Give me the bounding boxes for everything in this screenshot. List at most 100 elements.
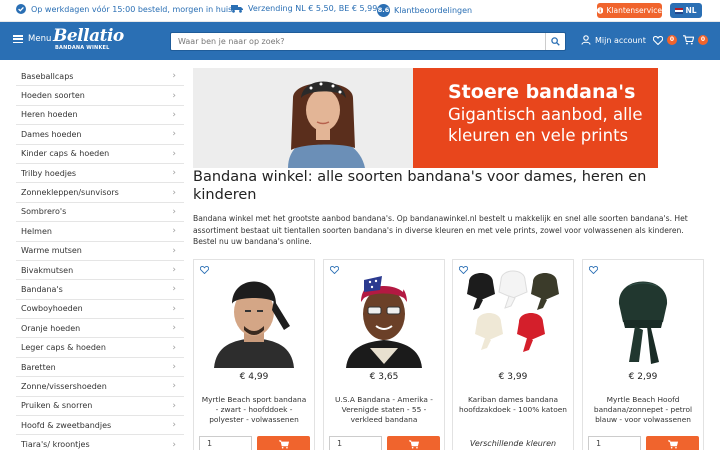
heart-icon — [653, 35, 663, 45]
sidebar-item[interactable]: Dames hoeden › — [16, 125, 184, 145]
nl-flag-icon — [675, 7, 684, 14]
sidebar-item-label: Helmen — [21, 226, 52, 236]
info-icon — [597, 7, 604, 14]
language-selector[interactable]: NL — [670, 3, 702, 18]
search-button[interactable] — [545, 33, 565, 50]
sidebar-item-label: Bivakmutsen — [21, 265, 74, 275]
sidebar-item[interactable]: Kinder caps & hoeden › — [16, 145, 184, 164]
product-price: € 3,99 — [498, 372, 528, 382]
chevron-right-icon: › — [172, 303, 176, 314]
product-image[interactable] — [463, 264, 563, 368]
sidebar-item-label: Zonne/vissershoeden — [21, 381, 107, 391]
language-label: NL — [685, 6, 697, 15]
sidebar-item[interactable]: Bandana's › — [16, 280, 184, 300]
sidebar-item[interactable]: Oranje hoeden › — [16, 319, 184, 339]
chevron-right-icon: › — [172, 284, 176, 295]
product-price: € 2,99 — [628, 372, 658, 382]
sidebar-item-label: Warme mutsen — [21, 246, 82, 256]
product-image[interactable] — [334, 264, 434, 368]
sidebar-item-label: Oranje hoeden — [21, 323, 81, 333]
sidebar-item[interactable]: Baseballcaps › — [16, 67, 184, 87]
sidebar-item[interactable]: Trilby hoedjes › — [16, 164, 184, 184]
product-name[interactable]: Kariban dames bandana hoofdzakdoek - 100… — [459, 395, 567, 415]
menu-button[interactable]: Menu — [13, 34, 51, 44]
sidebar-item[interactable]: Zonnekleppen/sunvisors › — [16, 183, 184, 203]
product-image[interactable] — [593, 264, 693, 368]
wishlist-button[interactable]: 0 — [653, 35, 677, 45]
check-circle-icon — [16, 4, 26, 14]
search-bar — [170, 32, 566, 51]
quantity-input[interactable]: 1 — [588, 436, 641, 450]
chevron-right-icon: › — [172, 187, 176, 198]
sidebar-item[interactable]: Baretten › — [16, 358, 184, 378]
banner-text: Stoere bandana's Gigantisch aanbod, alle… — [448, 82, 642, 146]
usp-shipping: Verzending NL € 5,50, BE € 5,99 — [231, 4, 377, 13]
quantity-input[interactable]: 1 — [329, 436, 382, 450]
cart-button[interactable]: 0 — [683, 35, 708, 45]
sidebar-item[interactable]: Tiara's/ kroontjes › — [16, 435, 184, 450]
product-card[interactable]: € 3,65 U.S.A Bandana - Amerika - Verenig… — [323, 259, 445, 450]
chevron-right-icon: › — [172, 323, 176, 334]
chevron-right-icon: › — [172, 381, 176, 392]
quantity-input[interactable]: 1 — [199, 436, 252, 450]
banner-headline: Stoere bandana's — [448, 81, 636, 103]
add-to-cart-button[interactable] — [257, 436, 310, 450]
sidebar-item-label: Cowboyhoeden — [21, 304, 83, 314]
sidebar-item[interactable]: Zonne/vissershoeden › — [16, 377, 184, 397]
usp-bar: Op werkdagen vóór 15:00 besteld, morgen … — [0, 0, 720, 22]
chevron-right-icon: › — [172, 400, 176, 411]
truck-icon — [231, 5, 243, 13]
banner-line-3: kleuren en vele prints — [448, 126, 629, 145]
sidebar-item-label: Dames hoeden — [21, 129, 82, 139]
chevron-right-icon: › — [172, 71, 176, 82]
chevron-right-icon: › — [172, 439, 176, 450]
search-input[interactable] — [171, 33, 545, 50]
usp-reviews[interactable]: 8.6 Klantbeoordelingen — [377, 4, 472, 17]
category-sidebar: Baseballcaps › Hoeden soorten › Heren hoeden… — [16, 67, 184, 450]
chevron-right-icon: › — [172, 90, 176, 101]
account-link[interactable]: Mijn account — [581, 35, 646, 45]
cart-icon — [683, 35, 694, 45]
usp-delivery-text: Op werkdagen vóór 15:00 besteld, morgen … — [31, 4, 237, 14]
product-card[interactable]: € 2,99 Myrtle Beach Hoofd bandana/zonnep… — [582, 259, 704, 450]
product-card[interactable]: € 4,99 Myrtle Beach sport bandana - zwar… — [193, 259, 315, 450]
customer-service-label: Klantenservice — [606, 6, 662, 15]
page-title: Bandana winkel: alle soorten bandana's v… — [193, 169, 647, 203]
product-name[interactable]: Myrtle Beach Hoofd bandana/zonnepet - pe… — [589, 395, 697, 424]
sidebar-item[interactable]: Helmen › — [16, 222, 184, 242]
banner-line-2: Gigantisch aanbod, alle — [448, 105, 643, 124]
variants-label[interactable]: Verschillende kleuren — [453, 439, 573, 448]
customer-service-button[interactable]: Klantenservice — [597, 3, 662, 18]
sidebar-item[interactable]: Pruiken & snorren › — [16, 397, 184, 417]
sidebar-item-label: Baseballcaps — [21, 71, 74, 81]
search-icon — [551, 37, 560, 46]
sidebar-item[interactable]: Leger caps & hoeden › — [16, 338, 184, 358]
user-icon — [581, 35, 591, 45]
sidebar-item[interactable]: Bivakmutsen › — [16, 261, 184, 281]
sidebar-item-label: Baretten — [21, 362, 56, 372]
sidebar-item[interactable]: Heren hoeden › — [16, 106, 184, 126]
sidebar-item[interactable]: Sombrero's › — [16, 203, 184, 223]
product-price: € 4,99 — [239, 372, 269, 382]
product-image[interactable] — [204, 264, 304, 368]
main-header: Menu Bellatio BANDANA WINKEL Mijn accoun… — [0, 22, 720, 60]
sidebar-item-label: Hoofd & zweetbandjes — [21, 420, 112, 430]
add-to-cart-button[interactable] — [387, 436, 440, 450]
chevron-right-icon: › — [172, 129, 176, 140]
add-to-cart-button[interactable] — [646, 436, 699, 450]
sidebar-item[interactable]: Hoofd & zweetbandjes › — [16, 416, 184, 436]
usp-reviews-text[interactable]: Klantbeoordelingen — [394, 6, 472, 15]
product-grid: € 4,99 Myrtle Beach sport bandana - zwar… — [193, 259, 704, 450]
sidebar-item[interactable]: Cowboyhoeden › — [16, 300, 184, 320]
product-card[interactable]: € 3,99 Kariban dames bandana hoofdzakdoe… — [452, 259, 574, 450]
hero-banner[interactable]: Stoere bandana's Gigantisch aanbod, alle… — [193, 68, 658, 168]
product-name[interactable]: U.S.A Bandana - Amerika - Verenigde stat… — [330, 395, 438, 424]
sidebar-item-label: Trilby hoedjes — [21, 168, 77, 178]
site-logo[interactable]: Bellatio BANDANA WINKEL — [53, 27, 127, 55]
sidebar-item[interactable]: Warme mutsen › — [16, 242, 184, 261]
product-name[interactable]: Myrtle Beach sport bandana - zwart - hoo… — [200, 395, 308, 424]
chevron-right-icon: › — [172, 168, 176, 179]
chevron-right-icon: › — [172, 109, 176, 120]
sidebar-item[interactable]: Hoeden soorten › — [16, 86, 184, 106]
banner-photo — [193, 68, 413, 168]
